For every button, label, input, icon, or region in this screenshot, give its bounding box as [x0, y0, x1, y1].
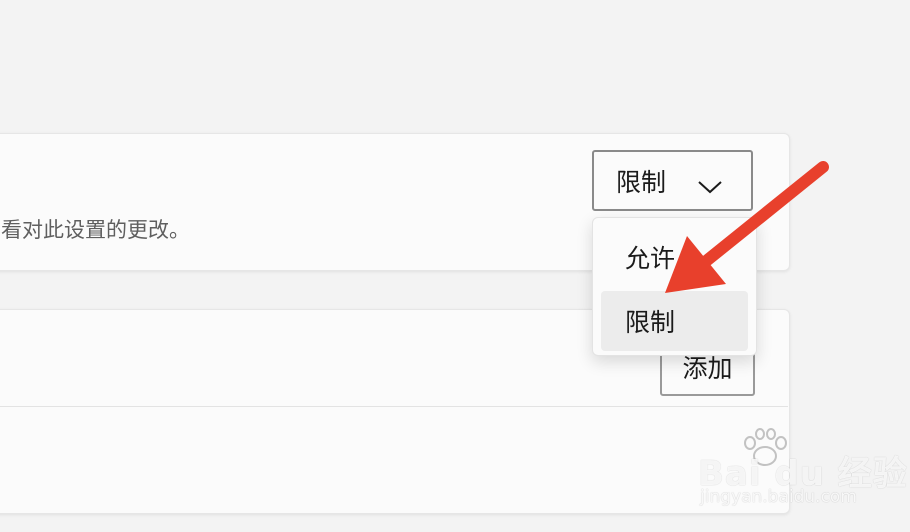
chevron-down-icon: [697, 172, 723, 201]
watermark-url: jingyan.baidu.com: [700, 487, 857, 507]
option-allow[interactable]: 允许: [601, 227, 748, 287]
setting-description: 看对此设置的更改。: [1, 218, 190, 242]
dropdown-menu: 允许 限制: [592, 217, 757, 356]
dropdown-selected-value: 限制: [616, 167, 667, 197]
restriction-dropdown[interactable]: 限制: [592, 150, 753, 211]
option-restrict[interactable]: 限制: [601, 291, 748, 351]
card-divider: [0, 406, 788, 407]
